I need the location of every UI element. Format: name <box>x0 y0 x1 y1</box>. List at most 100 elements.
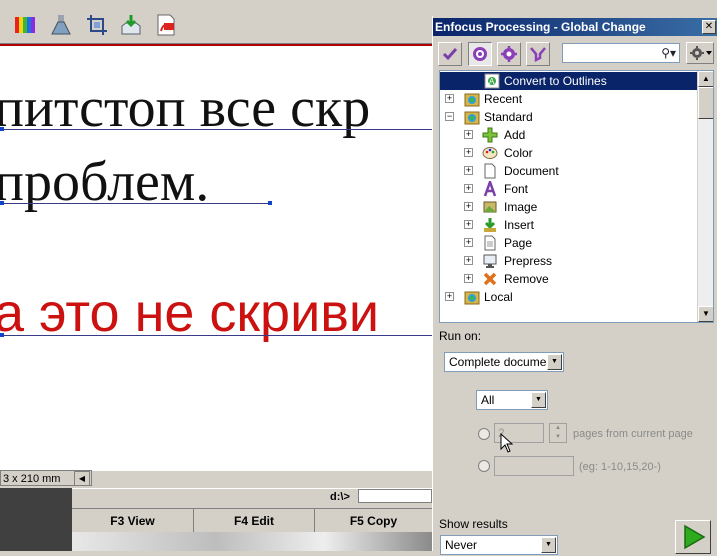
outline-action-icon: A <box>484 73 500 89</box>
command-prompt-label: d:\> <box>330 491 350 503</box>
gear-icon <box>690 46 712 60</box>
anchor-point <box>0 333 4 337</box>
f5-copy-button[interactable]: F5 Copy <box>315 509 432 533</box>
tree-item-image[interactable]: + Image <box>440 198 698 216</box>
monitor-icon <box>483 254 497 268</box>
insert-icon <box>484 218 496 232</box>
cog-icon <box>501 46 517 62</box>
enfocus-panel: Enfocus Processing - Global Change ✕ ⚲▾ … <box>432 16 717 555</box>
tree-item-label: Font <box>504 182 529 196</box>
flask-icon[interactable] <box>50 14 72 36</box>
global-change-tab-button[interactable] <box>468 42 492 66</box>
run-on-label: Run on: <box>439 329 482 343</box>
tree-item-prepress[interactable]: + Prepress <box>440 252 698 270</box>
tree-item-recent[interactable]: + Recent <box>440 90 698 108</box>
tree-item-convert-to-outlines[interactable]: A Convert to Outlines <box>440 72 698 90</box>
expand-icon[interactable]: + <box>464 220 473 229</box>
tree-item-label: Local <box>484 290 513 304</box>
tree-item-page[interactable]: + Page <box>440 234 698 252</box>
page-range-radio[interactable] <box>478 460 490 472</box>
search-icon[interactable]: ⚲▾ <box>661 46 676 60</box>
run-button[interactable] <box>675 520 711 554</box>
expand-icon[interactable]: + <box>464 166 473 175</box>
tree-item-label: Convert to Outlines <box>504 74 607 88</box>
inbox-download-icon[interactable] <box>120 14 142 36</box>
image-icon <box>483 201 497 213</box>
globe-folder-icon <box>464 93 480 107</box>
tree-scrollbar[interactable]: ▲ ▼ <box>697 71 713 322</box>
text-baseline-1 <box>0 129 432 130</box>
mouse-pointer-icon <box>500 433 514 453</box>
page-range-hint: (eg: 1-10,15,20-) <box>579 461 661 473</box>
font-icon <box>483 181 497 197</box>
play-icon <box>684 524 706 550</box>
tree-item-label: Insert <box>504 218 535 232</box>
document-icon <box>484 163 496 179</box>
page-range-input[interactable] <box>494 456 574 476</box>
command-line-input[interactable] <box>358 489 432 503</box>
tree-item-label: Page <box>504 236 533 250</box>
expand-icon[interactable]: + <box>464 148 473 157</box>
options-menu-button[interactable] <box>686 42 714 64</box>
pages-from-current-radio[interactable] <box>478 428 490 440</box>
tree-item-local[interactable]: + Local <box>440 288 698 306</box>
plus-icon <box>482 127 498 143</box>
document-text-line-1: питстоп все скр <box>0 77 371 139</box>
check-tab-button[interactable] <box>438 42 462 66</box>
expand-icon[interactable]: + <box>464 256 473 265</box>
expand-icon[interactable]: + <box>445 292 454 301</box>
collapse-icon[interactable]: − <box>445 112 454 121</box>
panel-title: Enfocus Processing - Global Change <box>435 20 646 34</box>
expand-icon[interactable]: + <box>464 202 473 211</box>
tree-item-label: Remove <box>504 272 549 286</box>
show-results-select[interactable]: Never ▼ <box>440 535 558 555</box>
chevron-down-icon[interactable]: ▼ <box>531 392 546 408</box>
anchor-point <box>0 127 4 131</box>
scroll-thumb[interactable] <box>698 87 713 119</box>
chevron-down-icon[interactable]: ▼ <box>547 354 562 370</box>
settings-tab-button[interactable] <box>497 42 521 66</box>
expand-icon[interactable]: + <box>464 274 473 283</box>
search-input[interactable]: ⚲▾ <box>562 43 680 63</box>
tree-item-font[interactable]: + Font <box>440 180 698 198</box>
tree-item-add[interactable]: + Add <box>440 126 698 144</box>
main-toolbar <box>0 0 432 44</box>
document-canvas[interactable]: питстоп все скр проблем. а это не скриви <box>0 50 432 470</box>
globe-icon <box>473 47 487 61</box>
f3-view-button[interactable]: F3 View <box>72 509 194 533</box>
expand-icon[interactable]: + <box>464 130 473 139</box>
filter-icon <box>530 47 546 62</box>
stepper-up-icon[interactable]: ▲ <box>550 424 566 433</box>
close-icon[interactable]: ✕ <box>702 20 716 34</box>
pdf-icon[interactable] <box>155 14 177 36</box>
tree-item-standard[interactable]: − Standard <box>440 108 698 126</box>
run-on-select[interactable]: Complete document ▼ <box>444 352 564 372</box>
tree-item-color[interactable]: + Color <box>440 144 698 162</box>
expand-icon[interactable]: + <box>464 238 473 247</box>
pages-count-stepper[interactable]: ▲ ▼ <box>549 423 567 443</box>
tree-item-label: Color <box>504 146 533 160</box>
scroll-left-button[interactable]: ◀ <box>74 471 90 486</box>
text-baseline-2 <box>0 203 270 204</box>
scroll-down-button[interactable]: ▼ <box>698 306 713 322</box>
tree-item-remove[interactable]: + Remove <box>440 270 698 288</box>
tree-item-insert[interactable]: + Insert <box>440 216 698 234</box>
f4-edit-button[interactable]: F4 Edit <box>194 509 315 533</box>
svg-text:A: A <box>489 77 495 86</box>
panel-title-bar[interactable]: Enfocus Processing - Global Change ✕ <box>433 18 717 36</box>
globe-folder-icon <box>464 291 480 305</box>
tree-item-document[interactable]: + Document <box>440 162 698 180</box>
pages-select[interactable]: All ▼ <box>476 390 548 410</box>
tree-item-label: Document <box>504 164 559 178</box>
pages-value: All <box>481 393 495 407</box>
expand-icon[interactable]: + <box>445 94 454 103</box>
checkmark-icon <box>442 48 458 61</box>
stepper-down-icon[interactable]: ▼ <box>550 433 566 442</box>
tree-item-label: Recent <box>484 92 523 106</box>
filter-tab-button[interactable] <box>526 42 550 66</box>
expand-icon[interactable]: + <box>464 184 473 193</box>
color-bars-icon[interactable] <box>14 14 36 36</box>
crop-icon[interactable] <box>86 14 108 36</box>
scroll-up-button[interactable]: ▲ <box>698 71 713 87</box>
tree-item-label: Standard <box>484 110 533 124</box>
